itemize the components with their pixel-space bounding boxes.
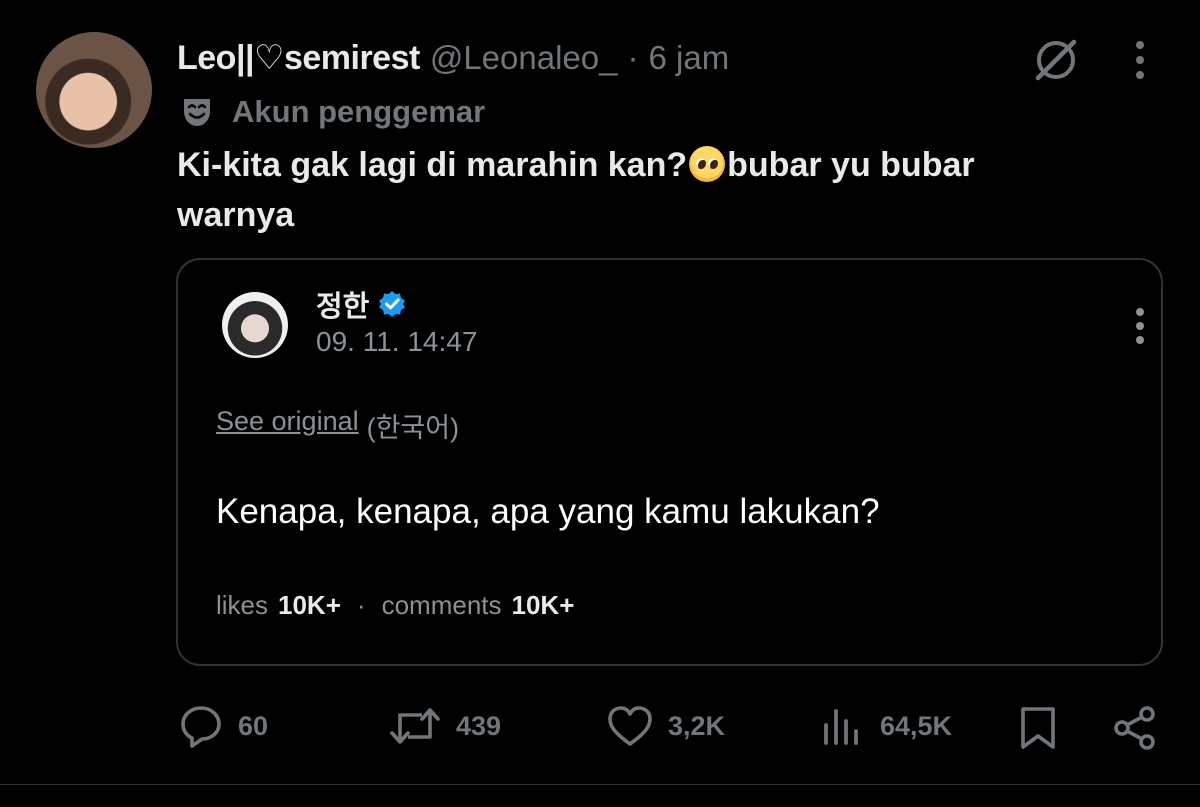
heart-icon <box>608 706 652 746</box>
like-count: 3,2K <box>668 710 726 741</box>
likes-label: likes <box>216 590 269 620</box>
grok-icon[interactable] <box>1030 34 1082 86</box>
post-header: Leo||♡semirest @Leonaleo_ · 6 jam <box>177 36 729 80</box>
original-language: (한국어) <box>366 413 460 443</box>
quoted-author-avatar[interactable] <box>222 292 288 358</box>
comments-value: 10K+ <box>511 590 575 620</box>
stats-separator: · <box>356 590 366 620</box>
bookmark-icon[interactable] <box>1016 702 1060 754</box>
views-count: 64,5K <box>880 710 953 741</box>
author-display-name[interactable]: Leo||♡semirest <box>177 38 420 78</box>
post-time[interactable]: 6 jam <box>648 39 729 77</box>
like-button[interactable]: 3,2K <box>606 700 725 752</box>
theater-mask-icon <box>184 99 210 126</box>
post-text: Ki-kita gak lagi di marahin kan? bubar yu… <box>177 140 1077 240</box>
badge-label: Akun penggemar <box>232 94 486 129</box>
quoted-post-stats: likes 10K+ · comments 10K+ <box>216 590 574 621</box>
author-handle[interactable]: @Leonaleo_ <box>430 39 618 77</box>
share-icon[interactable] <box>1110 702 1160 754</box>
retweet-icon <box>390 708 440 744</box>
reply-button[interactable]: 60 <box>178 700 268 752</box>
see-original-link[interactable]: See original <box>216 406 359 445</box>
quoted-post-card[interactable]: 정한 09. 11. 14:47 See original (한국어) Kena… <box>176 258 1163 666</box>
author-avatar[interactable] <box>36 32 152 148</box>
post-text-part1: Ki-kita gak lagi di marahin kan? <box>177 146 688 184</box>
quoted-author-name[interactable]: 정한 <box>316 283 369 325</box>
retweet-count: 439 <box>456 710 502 741</box>
quoted-author-row: 정한 <box>316 284 407 324</box>
retweet-button[interactable]: 439 <box>388 700 501 752</box>
fan-account-badge: Akun penggemar <box>180 92 485 132</box>
quoted-post-text: Kenapa, kenapa, apa yang kamu lakukan? <box>216 492 880 531</box>
bottom-divider <box>0 784 1200 785</box>
more-options-icon[interactable] <box>1126 38 1154 82</box>
pleading-face-icon <box>689 146 726 182</box>
comments-label: comments <box>381 590 502 620</box>
quoted-more-options-icon[interactable] <box>1128 304 1152 348</box>
reply-icon <box>181 706 221 748</box>
views-button[interactable]: 64,5K <box>818 700 952 752</box>
reply-count: 60 <box>238 710 269 741</box>
translation-row: See original (한국어) <box>216 406 459 445</box>
header-separator: · <box>627 39 639 76</box>
quoted-post-time: 09. 11. 14:47 <box>316 326 478 357</box>
likes-value: 10K+ <box>278 590 341 620</box>
views-icon <box>824 709 858 745</box>
verified-badge-icon <box>379 291 406 317</box>
